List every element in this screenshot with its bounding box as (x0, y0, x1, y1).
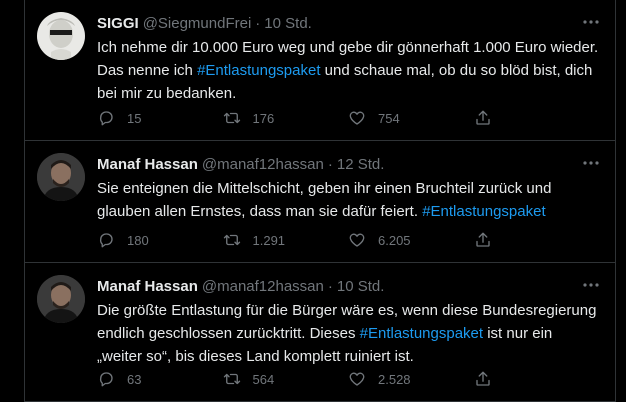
retweet-button[interactable]: 1.291 (223, 231, 349, 249)
reply-count: 63 (127, 371, 142, 387)
timeline: SIGGI @SiegmundFrei · 10 Std. Ich nehme … (24, 0, 616, 402)
separator: · (327, 155, 333, 173)
author-handle[interactable]: @manaf12hassan (202, 156, 324, 173)
reply-button[interactable]: 180 (97, 231, 223, 249)
avatar[interactable] (37, 153, 85, 201)
separator: · (327, 277, 333, 295)
author-handle[interactable]: @manaf12hassan (202, 278, 324, 295)
reply-icon (99, 111, 113, 126)
like-button[interactable]: 754 (348, 109, 474, 127)
reply-count: 180 (127, 232, 149, 248)
retweet-icon (223, 373, 240, 385)
more-icon[interactable] (581, 14, 601, 30)
avatar[interactable] (37, 275, 85, 323)
reply-button[interactable]: 15 (97, 109, 223, 127)
heart-icon (349, 372, 365, 386)
share-icon (475, 110, 490, 125)
tweet[interactable]: SIGGI @SiegmundFrei · 10 Std. Ich nehme … (25, 0, 615, 141)
tweet-actions: 15 176 754 (97, 108, 599, 128)
tweet-text: Die größte Entlastung für die Bürger wär… (97, 299, 599, 368)
tweet-text: Sie enteignen die Mittelschicht, geben i… (97, 177, 599, 223)
tweet-header: Manaf Hassan @manaf12hassan · 12 Std. (97, 153, 599, 175)
like-count: 6.205 (378, 232, 411, 248)
hashtag-link[interactable]: #Entlastungspaket (422, 203, 545, 220)
timestamp[interactable]: 10 Std. (264, 15, 312, 32)
reply-icon (99, 233, 113, 248)
author-handle[interactable]: @SiegmundFrei (143, 15, 252, 32)
more-icon[interactable] (581, 277, 601, 293)
more-icon[interactable] (581, 155, 601, 171)
reply-button[interactable]: 63 (97, 370, 223, 388)
like-count: 2.528 (378, 371, 411, 387)
share-button[interactable] (474, 109, 600, 127)
tweet-header: SIGGI @SiegmundFrei · 10 Std. (97, 12, 599, 34)
retweet-icon (223, 112, 240, 124)
retweet-count: 176 (252, 110, 275, 126)
tweet-header: Manaf Hassan @manaf12hassan · 10 Std. (97, 275, 599, 297)
heart-icon (349, 233, 365, 247)
like-button[interactable]: 6.205 (348, 231, 474, 249)
tweet-text: Ich nehme dir 10.000 Euro weg und gebe d… (97, 36, 599, 105)
like-button[interactable]: 2.528 (348, 370, 474, 388)
hashtag-link[interactable]: #Entlastungspaket (197, 62, 320, 79)
timestamp[interactable]: 10 Std. (337, 278, 385, 295)
retweet-button[interactable]: 564 (223, 370, 349, 388)
reply-count: 15 (127, 110, 142, 126)
separator: · (255, 14, 261, 32)
tweet[interactable]: Manaf Hassan @manaf12hassan · 10 Std. Di… (25, 263, 615, 402)
heart-icon (349, 111, 365, 125)
tweet[interactable]: Manaf Hassan @manaf12hassan · 12 Std. Si… (25, 141, 615, 263)
hashtag-link[interactable]: #Entlastungspaket (360, 325, 483, 342)
avatar[interactable] (37, 12, 85, 60)
retweet-icon (223, 234, 240, 246)
share-icon (475, 371, 490, 386)
share-button[interactable] (474, 370, 600, 388)
tweet-actions: 180 1.291 6.205 (97, 230, 599, 250)
share-button[interactable] (474, 231, 600, 249)
like-count: 754 (378, 110, 400, 126)
reply-icon (99, 372, 113, 387)
retweet-count: 564 (252, 371, 275, 387)
retweet-button[interactable]: 176 (223, 109, 349, 127)
author-name[interactable]: SIGGI (97, 15, 139, 32)
author-name[interactable]: Manaf Hassan (97, 278, 198, 295)
author-name[interactable]: Manaf Hassan (97, 156, 198, 173)
share-icon (475, 232, 490, 247)
tweet-actions: 63 564 2.528 (97, 369, 599, 389)
retweet-count: 1.291 (252, 232, 286, 248)
timestamp[interactable]: 12 Std. (337, 156, 385, 173)
